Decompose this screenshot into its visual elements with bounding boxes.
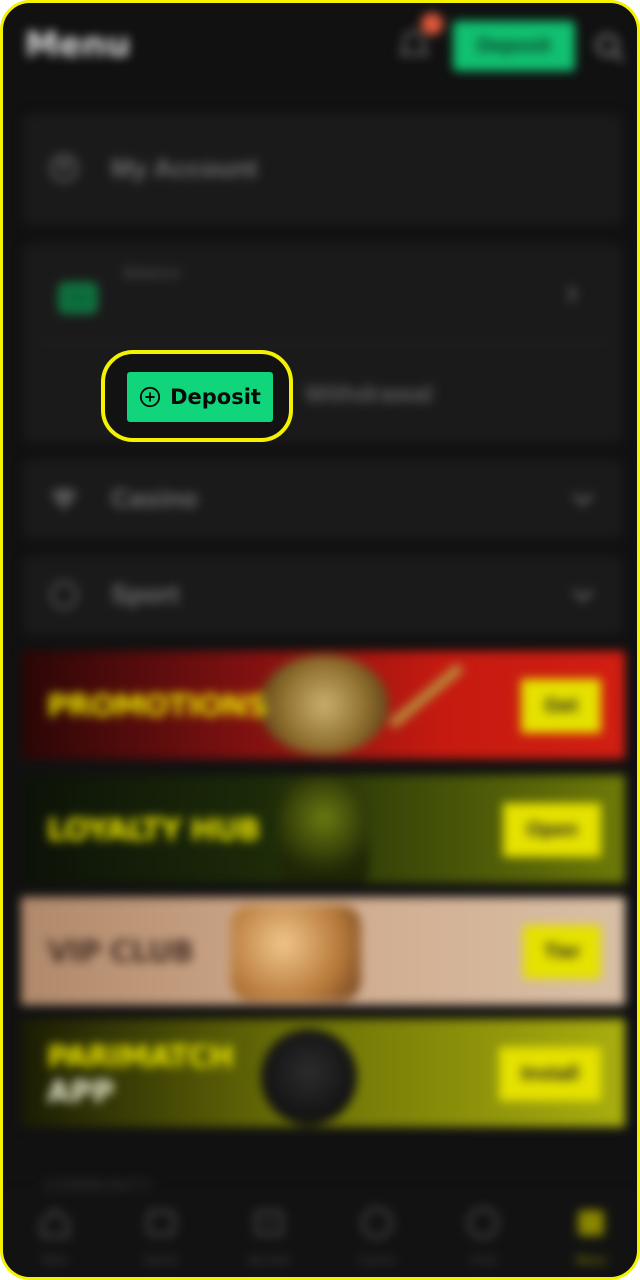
plus-circle-icon — [139, 386, 161, 408]
divider — [39, 341, 607, 343]
ball-icon — [49, 580, 79, 610]
user-icon — [49, 153, 79, 183]
nav-label: Sports — [143, 1253, 179, 1267]
nav-item-my-bets[interactable]: My bets — [219, 1206, 319, 1267]
chat-icon — [467, 1207, 499, 1239]
nav-item-sports[interactable]: Sports — [111, 1206, 211, 1267]
my-account-label: My Account — [111, 153, 258, 183]
search-icon[interactable] — [593, 31, 627, 65]
bottom-navigation: Main Sports My bets Casino Chat Menu — [3, 1193, 637, 1277]
bets-icon — [254, 1209, 284, 1237]
deposit-label: Deposit — [170, 385, 261, 409]
balance-label: Balance — [123, 265, 181, 282]
page-title: Menu — [25, 25, 131, 65]
nav-item-casino[interactable]: Casino — [327, 1206, 427, 1267]
casino-chip-icon — [361, 1207, 393, 1239]
header-deposit-button[interactable]: Deposit — [453, 21, 575, 71]
casino-label: Casino — [111, 483, 198, 513]
sport-item[interactable]: Sport — [23, 555, 623, 635]
app-banner[interactable]: PARIMATCH APP Install — [21, 1019, 625, 1127]
promotions-title: PROMOTIONS — [47, 689, 268, 724]
chevron-down-icon[interactable] — [569, 485, 597, 513]
app-install-button[interactable]: Install — [499, 1047, 601, 1101]
deposit-highlight: Deposit — [101, 350, 293, 442]
loyalty-image — [279, 775, 369, 883]
balance-deposit-button[interactable]: Deposit — [127, 372, 273, 422]
ticket-icon — [146, 1209, 176, 1237]
nav-item-menu[interactable]: Menu — [541, 1206, 637, 1267]
paella-handle — [388, 663, 464, 729]
vip-chest-image — [231, 905, 361, 1001]
vip-tier-button[interactable]: Tier — [523, 925, 601, 979]
nav-label: Main — [41, 1253, 68, 1267]
notification-badge — [421, 13, 443, 35]
loyalty-title: LOYALTY HUB — [47, 813, 261, 848]
my-account-item[interactable]: My Account — [23, 113, 623, 225]
nav-label: Casino — [358, 1253, 396, 1267]
home-icon — [40, 1207, 70, 1238]
vip-title: VIP CLUB — [47, 935, 194, 970]
promotions-banner[interactable]: PROMOTIONS Get — [21, 651, 625, 759]
header: Menu Deposit — [3, 3, 637, 93]
nav-item-chat[interactable]: Chat — [433, 1206, 533, 1267]
app-title: PARIMATCH — [47, 1040, 234, 1075]
chevron-right-icon[interactable] — [561, 283, 583, 305]
nav-item-main[interactable]: Main — [5, 1206, 105, 1267]
diamond-icon — [51, 489, 77, 511]
paella-image — [259, 655, 389, 755]
withdrawal-button[interactable]: Withdrawal — [305, 381, 433, 409]
mascot-image — [261, 1029, 357, 1125]
nav-label: Menu — [575, 1253, 607, 1267]
nav-label: My bets — [247, 1253, 290, 1267]
nav-label: Chat — [470, 1253, 496, 1267]
promotions-get-button[interactable]: Get — [521, 679, 601, 733]
blurred-background: Menu Deposit My Account Balance Withdraw… — [3, 3, 637, 1277]
app-subtitle: APP — [47, 1075, 115, 1110]
loyalty-open-button[interactable]: Open — [503, 803, 601, 857]
sport-label: Sport — [111, 579, 179, 609]
chevron-down-icon[interactable] — [569, 581, 597, 609]
phone-screen: Menu Deposit My Account Balance Withdraw… — [0, 0, 640, 1280]
loyalty-hub-banner[interactable]: LOYALTY HUB Open — [21, 775, 625, 883]
menu-grid-icon — [578, 1210, 604, 1236]
casino-item[interactable]: Casino — [23, 459, 623, 539]
vip-club-banner[interactable]: VIP CLUB Tier — [21, 897, 625, 1005]
wallet-icon — [59, 283, 97, 313]
